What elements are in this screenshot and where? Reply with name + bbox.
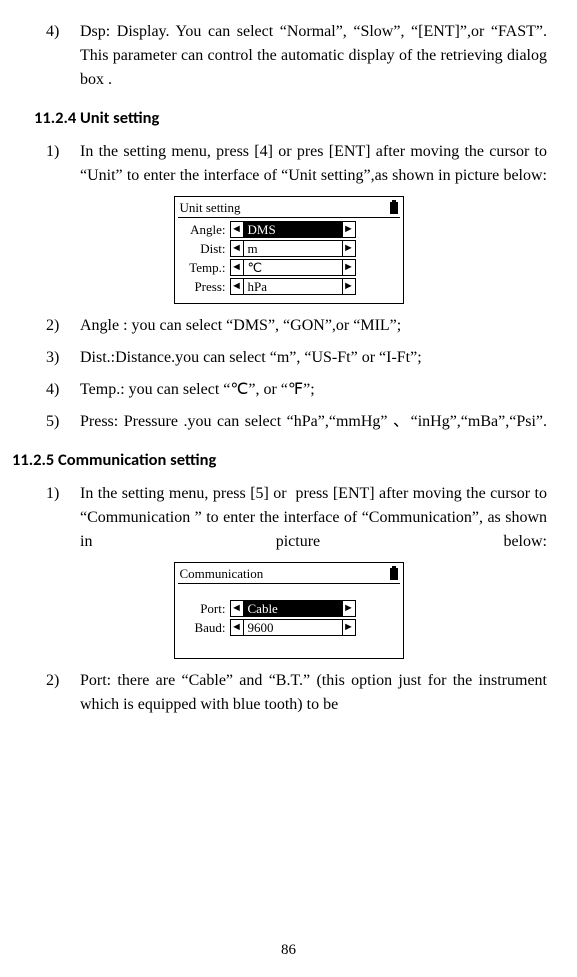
screen-rows: Port: ◄ Cable ► Baud: ◄ 9600 ► — [178, 584, 400, 652]
arrow-right-icon[interactable]: ► — [342, 278, 356, 295]
setting-label: Press: — [180, 279, 230, 295]
screen-title-bar: Unit setting — [178, 199, 400, 218]
section-heading-unit: 11.2.4 Unit setting — [34, 108, 547, 128]
setting-value[interactable]: 9600 — [244, 619, 342, 636]
list-text: Dist.:Distance.you can select “m”, “US-F… — [80, 346, 547, 370]
list-number: 2) — [46, 314, 80, 338]
arrow-right-icon[interactable]: ► — [342, 259, 356, 276]
arrow-left-icon[interactable]: ◄ — [230, 278, 244, 295]
list-item-comm-1: 1) In the setting menu, press [5] or pre… — [46, 482, 547, 554]
setting-row-angle: Angle: ◄ DMS ► — [180, 221, 396, 238]
battery-icon — [390, 568, 398, 580]
screen-rows: Angle: ◄ DMS ► Dist: ◄ m ► Temp.: ◄ ℃ ► … — [178, 218, 400, 295]
section-heading-comm: 11.2.5 Communication setting — [12, 450, 547, 470]
screen-title: Unit setting — [180, 200, 241, 216]
arrow-right-icon[interactable]: ► — [342, 221, 356, 238]
arrow-left-icon[interactable]: ◄ — [230, 619, 244, 636]
list-item-unit-4: 4) Temp.: you can select “℃”, or “℉”; — [46, 378, 547, 402]
setting-value[interactable]: ℃ — [244, 259, 342, 276]
list-number: 1) — [46, 140, 80, 188]
list-item-dsp: 4) Dsp: Display. You can select “Normal”… — [46, 20, 547, 92]
setting-label: Dist: — [180, 241, 230, 257]
list-number: 4) — [46, 20, 80, 92]
arrow-left-icon[interactable]: ◄ — [230, 221, 244, 238]
setting-value[interactable]: Cable — [244, 600, 342, 617]
setting-row-baud: Baud: ◄ 9600 ► — [180, 619, 396, 636]
list-number: 4) — [46, 378, 80, 402]
list-text: Dsp: Display. You can select “Normal”, “… — [80, 20, 547, 92]
list-text: In the setting menu, press [5] or press … — [80, 482, 547, 554]
list-text: In the setting menu, press [4] or pres [… — [80, 140, 547, 188]
list-number: 2) — [46, 669, 80, 717]
setting-row-port: Port: ◄ Cable ► — [180, 600, 396, 617]
list-text: Port: there are “Cable” and “B.T.” (this… — [80, 669, 547, 717]
list-item-comm-2: 2) Port: there are “Cable” and “B.T.” (t… — [46, 669, 547, 717]
list-text: Press: Pressure .you can select “hPa”,“m… — [80, 410, 547, 434]
arrow-right-icon[interactable]: ► — [342, 240, 356, 257]
screen-title-bar: Communication — [178, 565, 400, 584]
screen-title: Communication — [180, 566, 264, 582]
communication-screen: Communication Port: ◄ Cable ► Baud: ◄ 96… — [174, 562, 404, 659]
setting-row-temp: Temp.: ◄ ℃ ► — [180, 259, 396, 276]
list-text: Angle : you can select “DMS”, “GON”,or “… — [80, 314, 547, 338]
list-number: 1) — [46, 482, 80, 554]
arrow-right-icon[interactable]: ► — [342, 600, 356, 617]
list-number: 5) — [46, 410, 80, 434]
unit-setting-screen: Unit setting Angle: ◄ DMS ► Dist: ◄ m ► … — [174, 196, 404, 304]
setting-label: Baud: — [180, 620, 230, 636]
setting-label: Angle: — [180, 222, 230, 238]
list-item-unit-3: 3) Dist.:Distance.you can select “m”, “U… — [46, 346, 547, 370]
setting-label: Port: — [180, 601, 230, 617]
page-number: 86 — [0, 942, 577, 959]
setting-label: Temp.: — [180, 260, 230, 276]
arrow-left-icon[interactable]: ◄ — [230, 600, 244, 617]
setting-row-press: Press: ◄ hPa ► — [180, 278, 396, 295]
battery-icon — [390, 202, 398, 214]
list-item-unit-2: 2) Angle : you can select “DMS”, “GON”,o… — [46, 314, 547, 338]
setting-value[interactable]: m — [244, 240, 342, 257]
list-item-unit-5: 5) Press: Pressure .you can select “hPa”… — [46, 410, 547, 434]
arrow-left-icon[interactable]: ◄ — [230, 240, 244, 257]
list-number: 3) — [46, 346, 80, 370]
arrow-left-icon[interactable]: ◄ — [230, 259, 244, 276]
setting-value[interactable]: DMS — [244, 221, 342, 238]
setting-row-dist: Dist: ◄ m ► — [180, 240, 396, 257]
list-text: Temp.: you can select “℃”, or “℉”; — [80, 378, 547, 402]
list-item-unit-1: 1) In the setting menu, press [4] or pre… — [46, 140, 547, 188]
setting-value[interactable]: hPa — [244, 278, 342, 295]
arrow-right-icon[interactable]: ► — [342, 619, 356, 636]
